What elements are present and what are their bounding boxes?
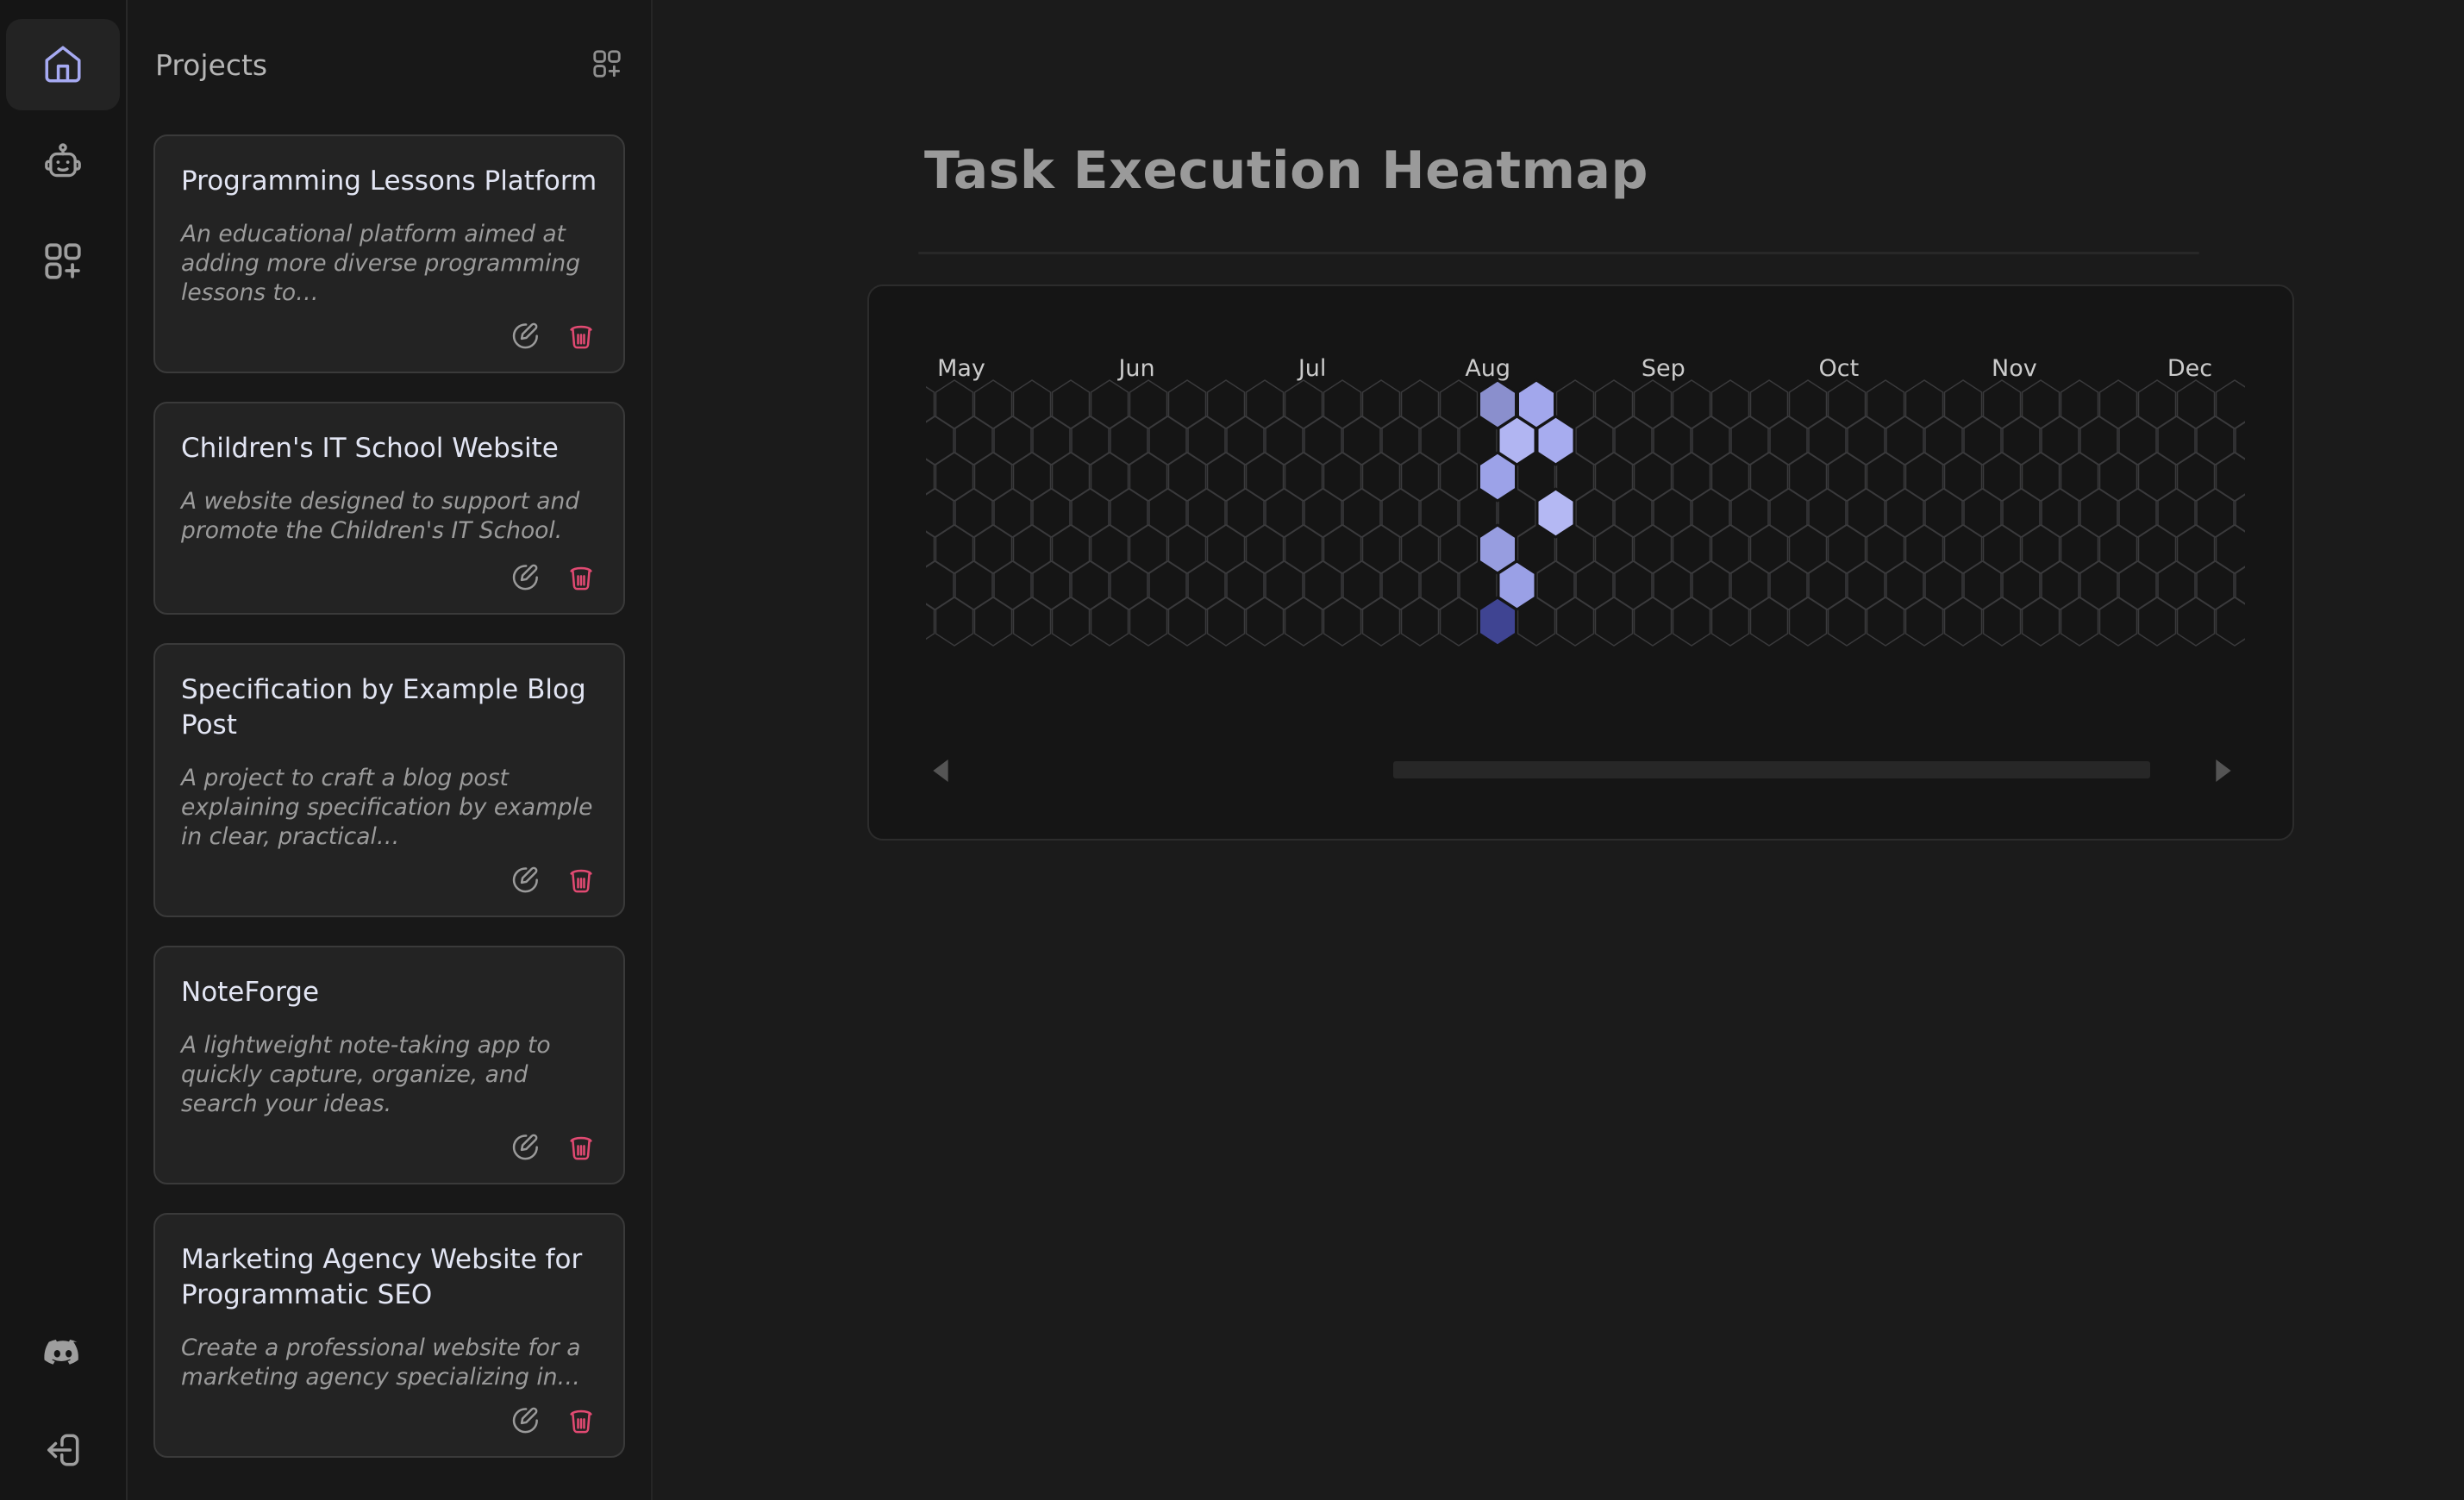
edit-project-button[interactable] <box>510 1131 542 1164</box>
projects-header: Projects <box>155 45 623 84</box>
delete-project-button[interactable] <box>565 561 597 594</box>
grid-plus-icon <box>41 240 84 283</box>
projects-title: Projects <box>155 48 267 82</box>
scroll-left-button[interactable] <box>931 759 950 782</box>
edit-project-button[interactable] <box>510 864 542 897</box>
delete-project-button[interactable] <box>565 1131 597 1164</box>
scroll-right-button[interactable] <box>2214 759 2233 782</box>
sidebar-bottom-group <box>6 1329 120 1474</box>
project-card[interactable]: Programming Lessons Platform An educatio… <box>153 134 625 373</box>
edit-project-button[interactable] <box>510 320 542 353</box>
heatmap-cell[interactable] <box>1479 597 1517 646</box>
project-card[interactable]: NoteForge A lightweight note-taking app … <box>153 946 625 1184</box>
heatmap-empty-cell <box>2236 561 2245 609</box>
edit-project-button[interactable] <box>510 561 542 594</box>
heatmap-cell[interactable] <box>1479 453 1517 501</box>
page-title: Task Execution Heatmap <box>924 136 1648 205</box>
trash-icon <box>565 864 597 897</box>
edit-icon <box>510 320 542 353</box>
heatmap-empty-cell <box>2217 453 2246 501</box>
project-card-actions <box>181 549 597 594</box>
grid-plus-icon <box>591 47 623 80</box>
delete-project-button[interactable] <box>565 1404 597 1437</box>
discord-icon <box>41 1332 84 1375</box>
heatmap-empty-cell <box>926 489 954 537</box>
project-card-description: Create a professional website for a mark… <box>181 1334 597 1392</box>
heatmap-cell[interactable] <box>1537 489 1574 537</box>
project-card-actions <box>181 308 597 353</box>
project-card-title: Specification by Example Blog Post <box>181 672 597 743</box>
sidebar-top-group <box>6 19 120 307</box>
discord-button[interactable] <box>6 1329 120 1378</box>
edit-icon <box>510 1131 542 1164</box>
edit-icon <box>510 864 542 897</box>
delete-project-button[interactable] <box>565 320 597 353</box>
project-card-description: A lightweight note-taking app to quickly… <box>181 1031 597 1119</box>
delete-project-button[interactable] <box>565 864 597 897</box>
home-icon <box>41 43 84 86</box>
app-root: Projects Programming Lessons Platform An… <box>0 0 2464 1500</box>
project-card-actions <box>181 1392 597 1437</box>
add-project-button[interactable] <box>591 47 623 83</box>
chevron-left-icon <box>931 759 950 782</box>
edit-icon <box>510 1404 542 1437</box>
project-card-title: NoteForge <box>181 975 597 1010</box>
project-card-title: Children's IT School Website <box>181 431 597 466</box>
heatmap-empty-cell <box>2236 489 2245 537</box>
heatmap-empty-cell <box>2236 416 2245 465</box>
heatmap-grid <box>926 378 2245 649</box>
project-card[interactable]: Specification by Example Blog Post A pro… <box>153 643 625 917</box>
project-card[interactable]: Marketing Agency Website for Programmati… <box>153 1213 625 1458</box>
trash-icon <box>565 1131 597 1164</box>
heatmap-scrollbar-thumb[interactable] <box>1393 761 2150 778</box>
heatmap-empty-cell <box>2217 597 2246 646</box>
heatmap-empty-cell <box>926 416 954 465</box>
project-card-title: Marketing Agency Website for Programmati… <box>181 1242 597 1313</box>
nav-projects-button[interactable] <box>6 216 120 307</box>
projects-list: Programming Lessons Platform An educatio… <box>153 134 625 1458</box>
main-content: Task Execution Heatmap MayJunJulAugSepOc… <box>653 0 2464 1500</box>
logout-button[interactable] <box>6 1426 120 1474</box>
edit-project-button[interactable] <box>510 1404 542 1437</box>
trash-icon <box>565 320 597 353</box>
trash-icon <box>565 1404 597 1437</box>
heatmap-empty-cell <box>926 561 954 609</box>
trash-icon <box>565 561 597 594</box>
nav-home-button[interactable] <box>6 19 120 110</box>
project-card-description: A project to craft a blog post explainin… <box>181 764 597 852</box>
project-card-description: An educational platform aimed at adding … <box>181 220 597 308</box>
chevron-right-icon <box>2214 759 2233 782</box>
project-card-description: A website designed to support and promot… <box>181 487 597 546</box>
heatmap-empty-cell <box>926 597 935 646</box>
heatmap-empty-cell <box>2217 525 2246 573</box>
robot-icon <box>41 141 84 184</box>
nav-assistant-button[interactable] <box>6 117 120 209</box>
heatmap-cell[interactable] <box>1537 416 1574 465</box>
project-card[interactable]: Children's IT School Website A website d… <box>153 402 625 615</box>
heatmap-panel: MayJunJulAugSepOctNovDec <box>867 284 2294 841</box>
heatmap-empty-cell <box>2217 380 2246 428</box>
icon-sidebar <box>0 0 128 1500</box>
project-card-actions <box>181 852 597 897</box>
project-card-actions <box>181 1119 597 1164</box>
edit-icon <box>510 561 542 594</box>
title-divider <box>918 252 2199 254</box>
projects-panel: Projects Programming Lessons Platform An… <box>128 0 653 1500</box>
logout-icon <box>41 1428 84 1472</box>
project-card-title: Programming Lessons Platform <box>181 164 597 199</box>
